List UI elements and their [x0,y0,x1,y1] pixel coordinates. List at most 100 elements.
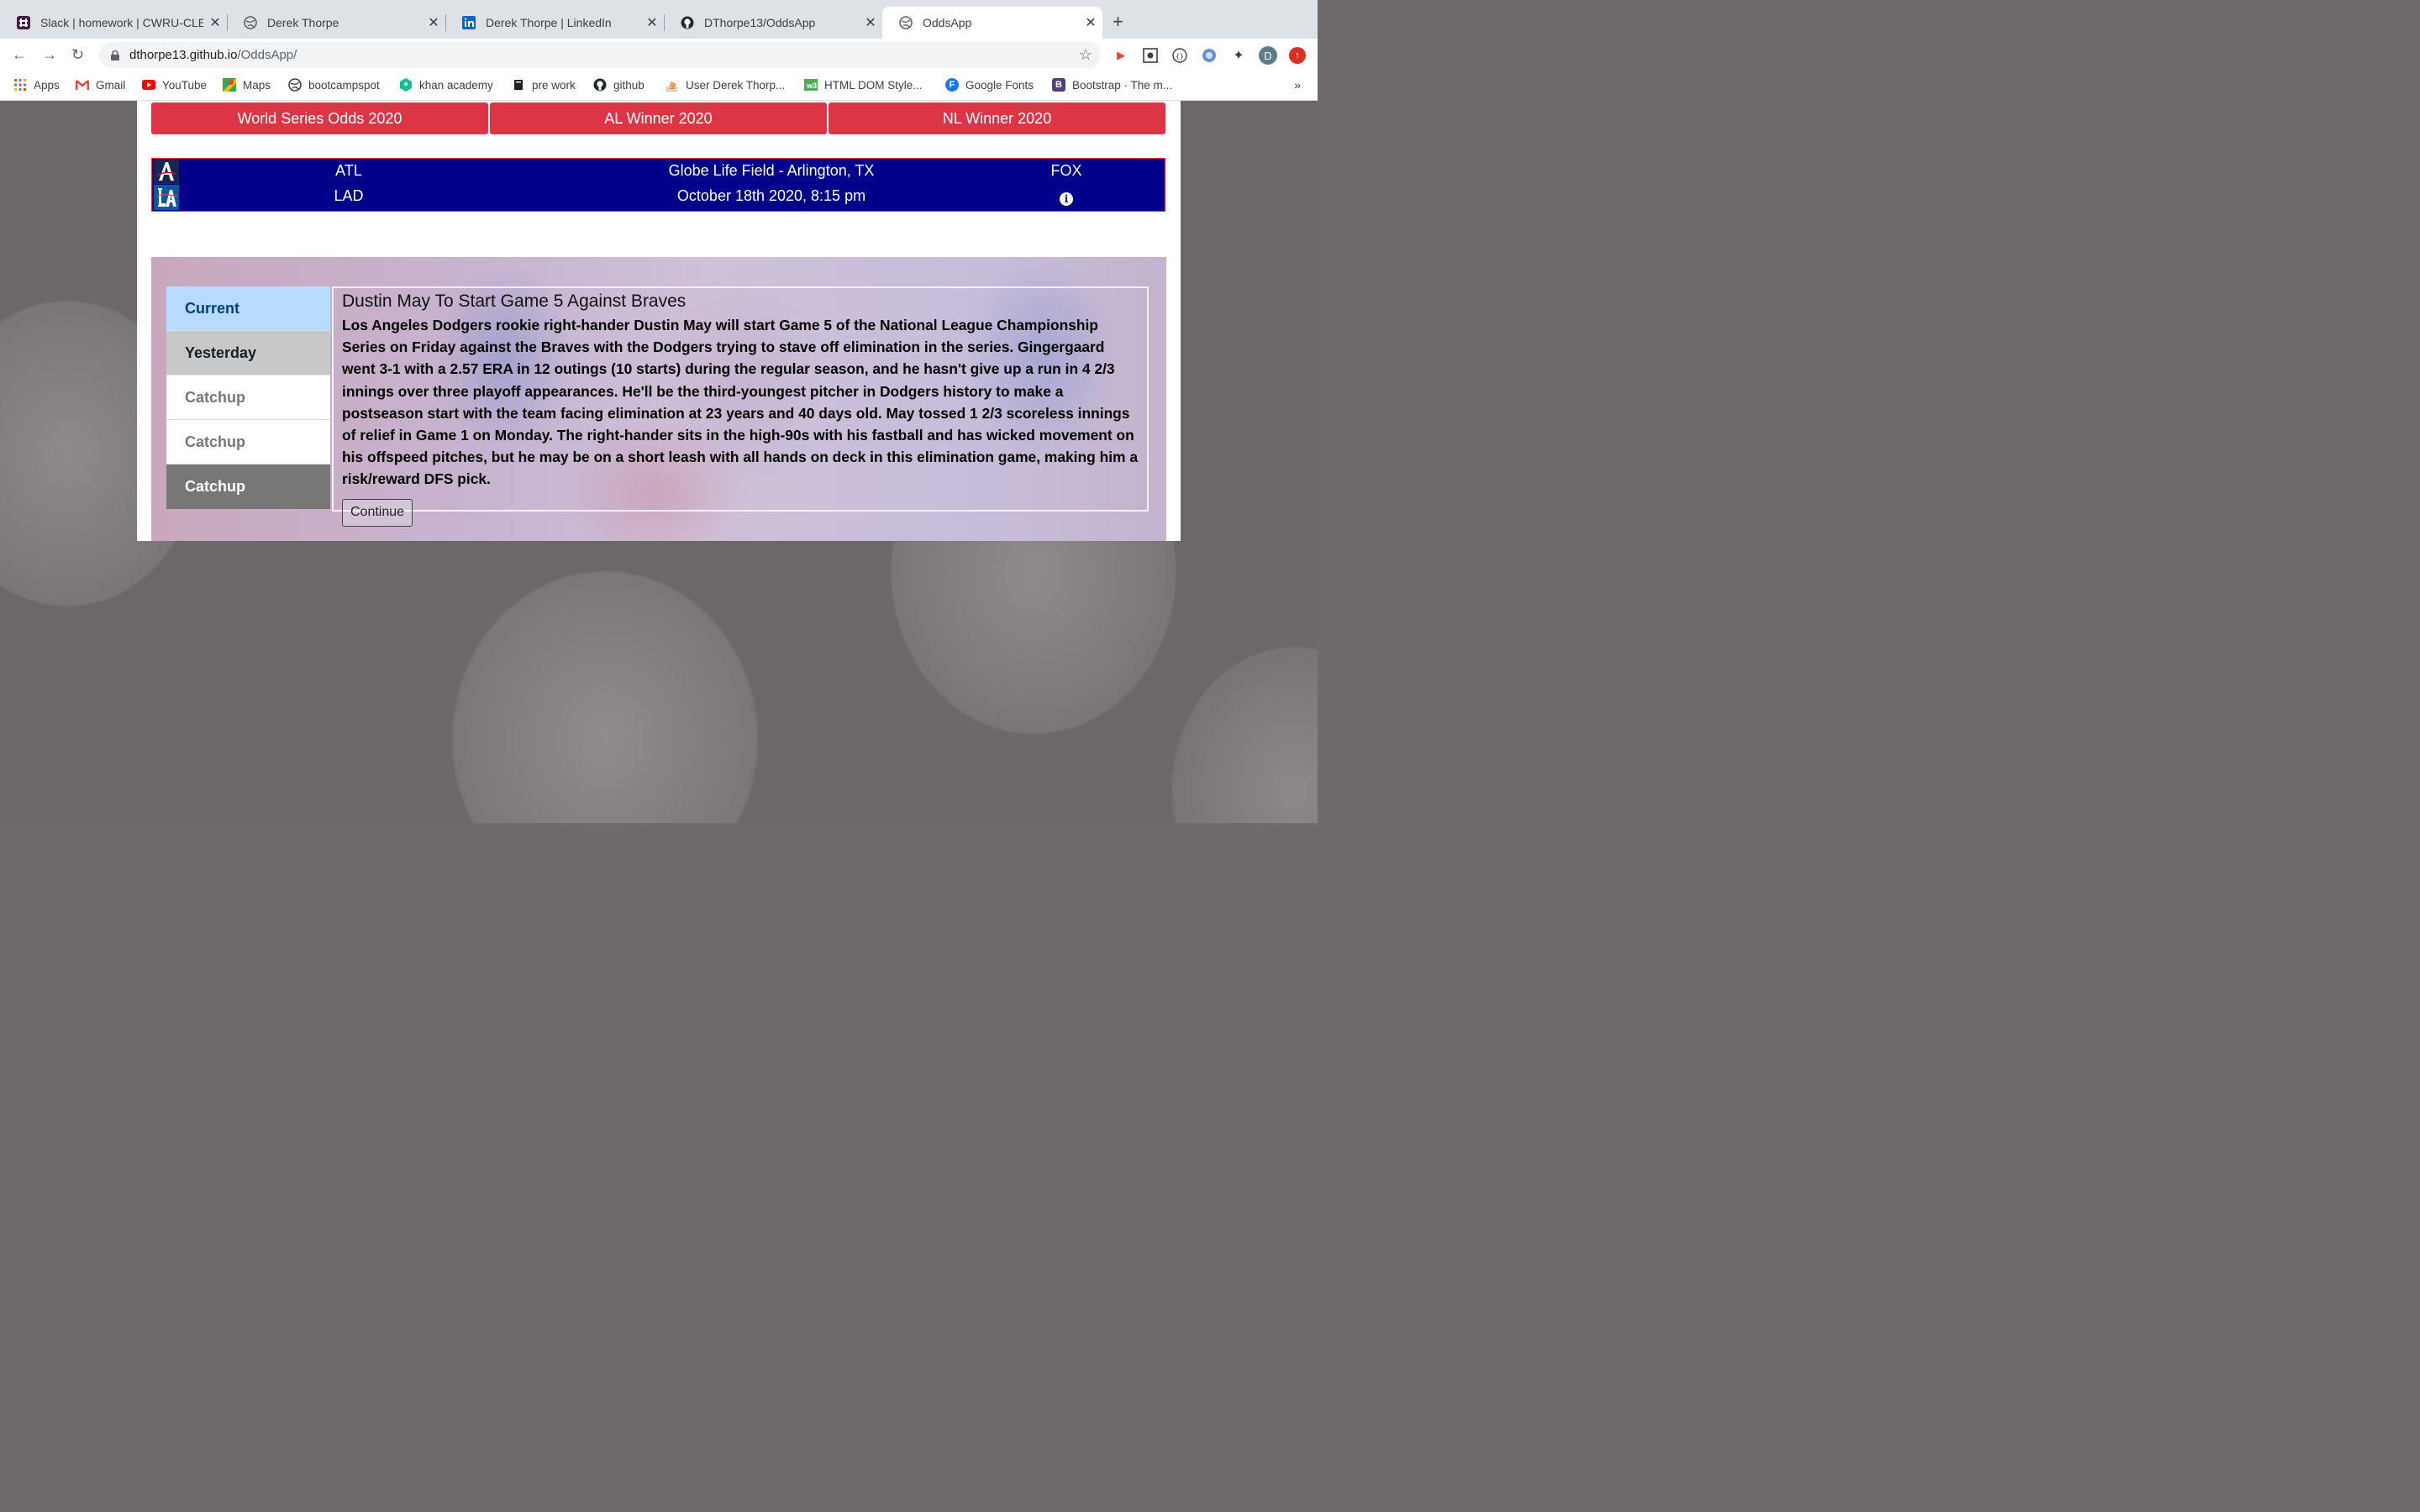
browser-tab-title: Slack | homework | CWRU-CLE [40,16,203,29]
bookmark-label: Bootstrap · The m... [1072,78,1173,92]
bookmark-label: bootcampspot [308,78,380,92]
extension-blue-icon[interactable] [1201,47,1218,64]
page-background: World Series Odds 2020 AL Winner 2020 NL… [0,101,1318,823]
tab-catchup[interactable]: Catchup [166,420,330,465]
al-winner-button[interactable]: AL Winner 2020 [490,102,827,134]
bookmark-label: khan academy [419,78,493,92]
bookmark-label: Apps [34,78,60,92]
tv-network: FOX [1050,162,1082,179]
address-bar[interactable]: dthorpe13.github.io/OddsApp/ ☆ [99,42,1101,68]
globe-icon [288,78,302,92]
bookmark-khan-academy[interactable]: khan academy [399,78,493,92]
svg-text:{}: {} [1176,53,1184,60]
bookmark-label: YouTube [162,78,208,92]
tab-catchup[interactable]: Catchup [166,375,330,420]
bookmark-label: pre work [532,78,576,92]
w3schools-icon: w3 [804,78,818,92]
news-article: Dustin May To Start Game 5 Against Brave… [332,286,1149,527]
game-info-bar: ATL LAD Globe Life Field - Arlington, TX… [151,158,1165,212]
browser-toolbar: ← → ↻ dthorpe13.github.io/OddsApp/ ☆ ▶ {… [0,39,1318,71]
extension-code-icon[interactable]: {} [1171,47,1188,64]
game-datetime: October 18th 2020, 8:15 pm [676,187,866,204]
browser-tab-title: Derek Thorpe [267,16,339,29]
away-team-abbr: ATL [335,162,362,179]
bookmark-apps[interactable]: Apps [13,78,60,92]
tab-catchup[interactable]: Catchup [166,465,330,509]
bookmark-bootcampspot[interactable]: bootcampspot [288,78,380,92]
browser-tab-oddsapp[interactable]: OddsApp ✕ [882,7,1102,39]
bookmark-pre-work[interactable]: pre work [512,78,576,92]
browser-tab-strip: Slack | homework | CWRU-CLE ✕ Derek Thor… [0,0,1318,39]
globe-icon [244,16,257,29]
close-tab-icon[interactable]: ✕ [859,14,882,31]
main-container: World Series Odds 2020 AL Winner 2020 NL… [137,101,1181,541]
bookmark-w3schools[interactable]: w3 HTML DOM Style... [804,78,923,92]
gmail-icon [76,78,89,92]
bookmarks-bar: Apps Gmail YouTube Maps bootcampspot kha… [0,71,1318,101]
bookmark-label: github [613,78,644,92]
browser-tab-title: DThorpe13/OddsApp [704,16,816,29]
update-arrow-icon[interactable]: ↑ [1289,47,1306,64]
youtube-icon [142,78,155,92]
bookmark-label: Gmail [96,78,126,92]
browser-tab-title: OddsApp [923,16,972,29]
bookmark-star-icon[interactable]: ☆ [1079,46,1092,64]
url-path: /OddsApp/ [237,48,297,62]
back-arrow-icon[interactable]: ← [12,46,27,63]
extensions-puzzle-icon[interactable]: ✦ [1230,47,1247,64]
lock-icon [111,50,119,60]
news-section: Current Yesterday Catchup Catchup Catchu… [151,257,1166,541]
bookmark-youtube[interactable]: YouTube [142,78,207,92]
world-series-odds-button[interactable]: World Series Odds 2020 [151,102,488,134]
close-tab-icon[interactable]: ✕ [203,14,227,31]
venue-text: Globe Life Field - Arlington, TX [668,162,875,179]
tab-current[interactable]: Current [166,286,330,331]
apps-grid-icon [13,78,27,92]
close-tab-icon[interactable]: ✕ [422,14,445,31]
github-icon [681,16,694,29]
url-text: dthorpe13.github.io/OddsApp/ [129,48,297,62]
close-tab-icon[interactable]: ✕ [640,14,664,31]
dodgers-logo-icon [154,185,179,210]
new-tab-plus-icon[interactable]: + [1113,12,1123,32]
browser-tab-linkedin[interactable]: Derek Thorpe | LinkedIn ✕ [445,7,664,39]
forward-arrow-icon[interactable]: → [42,46,57,63]
braves-logo-icon [154,159,179,184]
browser-tab-title: Derek Thorpe | LinkedIn [486,16,612,29]
bookmarks-overflow-chevron-icon[interactable]: » [1294,78,1301,92]
stackoverflow-icon [666,78,679,92]
url-host: dthorpe13.github.io [129,48,238,62]
browser-tab-derek-thorpe[interactable]: Derek Thorpe ✕ [227,7,445,39]
nl-winner-button[interactable]: NL Winner 2020 [829,102,1165,134]
khan-icon [399,78,413,92]
article-body: Los Angeles Dodgers rookie right-hander … [342,317,1139,488]
profile-avatar[interactable]: D [1259,46,1277,65]
bookmark-gmail[interactable]: Gmail [76,78,125,92]
info-circle-icon[interactable]: i [1060,192,1073,206]
bookmark-label: User Derek Thorp... [686,78,786,92]
extension-cast-icon[interactable]: ▶ [1113,47,1129,64]
home-team-abbr: LAD [334,187,364,204]
bookmark-stackoverflow[interactable]: User Derek Thorp... [666,78,785,92]
bootstrap-icon: B [1052,78,1065,92]
bookmark-github[interactable]: github [593,78,644,92]
tab-yesterday[interactable]: Yesterday [166,331,330,375]
continue-button[interactable]: Continue [342,498,413,527]
globe-icon [899,16,913,29]
slack-icon [17,16,30,29]
bookmark-bootstrap[interactable]: B Bootstrap · The m... [1052,78,1172,92]
linkedin-icon [462,16,476,29]
article-headline: Dustin May To Start Game 5 Against Brave… [342,291,687,311]
bookmark-label: Maps [243,78,271,92]
bookmark-google-fonts[interactable]: F Google Fonts [945,78,1034,92]
reload-icon[interactable]: ↻ [71,46,84,63]
close-tab-icon[interactable]: ✕ [1079,14,1102,31]
bookmark-label: HTML DOM Style... [824,78,923,92]
extension-screenshot-icon[interactable] [1142,47,1159,64]
google-fonts-icon: F [945,78,959,92]
browser-tab-slack[interactable]: Slack | homework | CWRU-CLE ✕ [0,7,227,39]
browser-tab-github-repo[interactable]: DThorpe13/OddsApp ✕ [664,7,882,39]
svg-text:w3: w3 [806,81,817,90]
book-icon [512,78,525,92]
bookmark-maps[interactable]: Maps [223,78,271,92]
